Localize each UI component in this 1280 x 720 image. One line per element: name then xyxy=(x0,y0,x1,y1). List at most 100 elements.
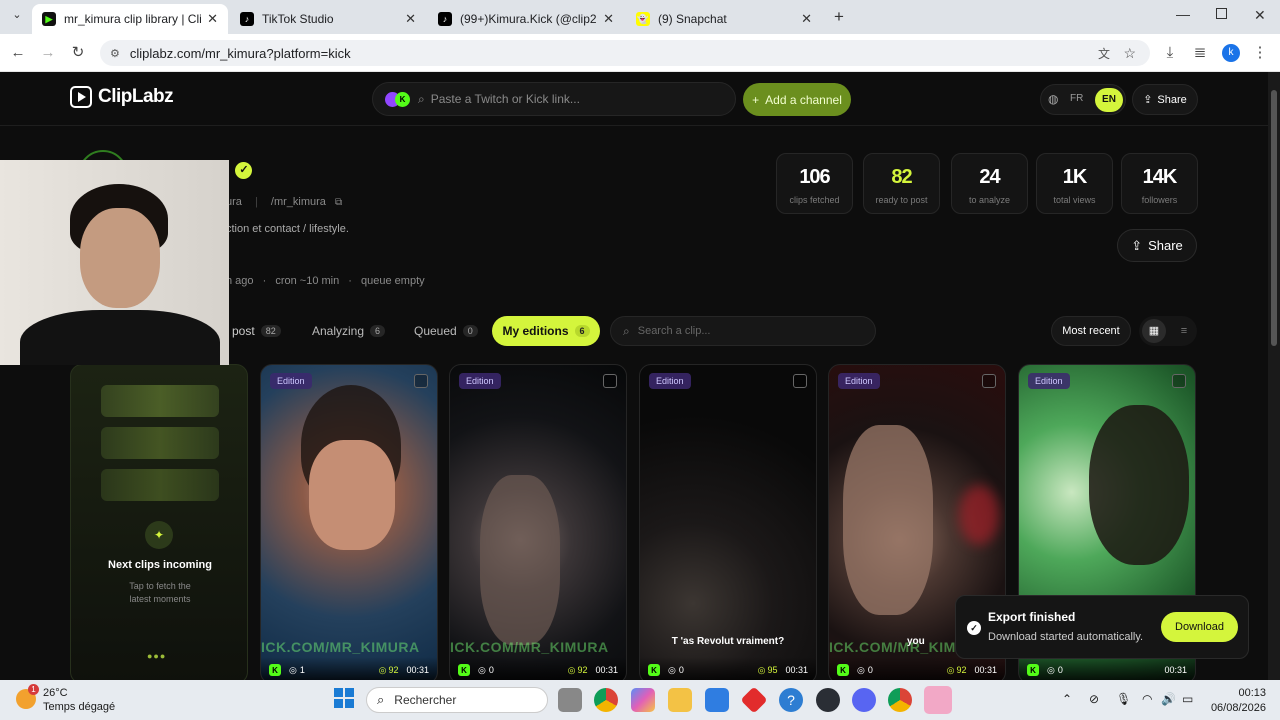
tiktok-icon: ♪ xyxy=(240,12,254,26)
clip-duration: 00:31 xyxy=(785,665,808,675)
tab-snapchat[interactable]: 👻 (9) Snapchat ✕ xyxy=(626,4,822,34)
tab-queued[interactable]: Queued 0 xyxy=(414,317,478,345)
incoming-subtitle-2: latest moments xyxy=(129,594,191,604)
profile-share-label: Share xyxy=(1148,238,1183,253)
add-channel-button[interactable]: + Add a channel xyxy=(743,83,851,116)
close-window-icon[interactable]: ✕ xyxy=(1254,7,1266,24)
clip-views: 0 xyxy=(867,665,873,675)
address-bar[interactable]: ⚙ cliplabz.com/mr_kimura?platform=kick 文… xyxy=(100,40,1150,66)
clip-card[interactable]: Edition ICK.COM/MR_KIMURA K ◎ 0 ◎ 92 00:31 xyxy=(449,364,627,680)
header-share-button[interactable]: ⇪ Share xyxy=(1132,84,1198,115)
stat-value: 14K xyxy=(1142,166,1178,188)
select-checkbox[interactable] xyxy=(793,374,807,388)
edition-badge: Edition xyxy=(270,373,312,389)
app-red-icon[interactable] xyxy=(740,686,768,714)
close-tab-icon[interactable]: ✕ xyxy=(405,11,416,27)
close-tab-icon[interactable]: ✕ xyxy=(603,11,614,27)
profile-avatar[interactable]: k xyxy=(1222,44,1240,62)
reading-list-icon[interactable]: ≣ xyxy=(1190,43,1210,63)
grid-view-icon[interactable]: ▦ xyxy=(1142,319,1166,343)
sort-dropdown[interactable]: Most recent xyxy=(1051,316,1131,346)
skeleton-bar xyxy=(101,385,219,417)
url-text: cliplabz.com/mr_kimura?platform=kick xyxy=(129,45,351,61)
tab-ready-to-post[interactable]: post 82 xyxy=(232,317,281,345)
channel-link-search[interactable]: K ⌕ Paste a Twitch or Kick link... xyxy=(372,82,736,116)
clock-date[interactable]: 06/08/2026 xyxy=(1200,702,1266,714)
store-icon[interactable] xyxy=(705,688,729,712)
webcam-person-face xyxy=(80,208,160,308)
discord-icon[interactable] xyxy=(852,688,876,712)
help-icon[interactable]: ? xyxy=(779,688,803,712)
next-clips-card[interactable]: ✦ Next clips incoming Tap to fetch the l… xyxy=(70,364,248,680)
app-pink-icon[interactable] xyxy=(924,686,952,714)
select-checkbox[interactable] xyxy=(414,374,428,388)
restore-icon[interactable] xyxy=(1216,8,1227,19)
cliplabz-logo[interactable]: ClipLabz xyxy=(70,86,174,108)
score-icon: ◎ xyxy=(757,664,766,675)
bookmark-star-icon[interactable]: ☆ xyxy=(1123,45,1136,62)
reload-icon[interactable]: ↻ xyxy=(68,43,88,63)
file-explorer-icon[interactable] xyxy=(668,688,692,712)
eye-icon: ◎ xyxy=(478,664,486,675)
task-view-icon[interactable] xyxy=(558,688,582,712)
clip-search-input[interactable]: ⌕ Search a clip... xyxy=(610,316,876,346)
start-button[interactable] xyxy=(334,688,354,708)
select-checkbox[interactable] xyxy=(603,374,617,388)
lang-fr-button[interactable]: FR xyxy=(1070,93,1083,104)
scrollbar-thumb[interactable] xyxy=(1271,90,1277,346)
tab-cliplabz[interactable]: ▶ mr_kimura clip library | ClipLabz ✕ xyxy=(32,4,228,34)
clip-views: 1 xyxy=(299,665,305,675)
sparkle-icon: ✦ xyxy=(145,521,173,549)
score-icon: ◎ xyxy=(946,664,955,675)
tab-tiktok-studio[interactable]: ♪ TikTok Studio ✕ xyxy=(230,4,426,34)
clip-card[interactable]: Edition ICK.COM/MR_KIMURA K ◎ 1 ◎ 92 00:31 xyxy=(260,364,438,680)
copy-icon[interactable]: ⧉ xyxy=(335,197,342,208)
kick-watermark: ICK.COM/MR_KIMURA xyxy=(450,639,609,655)
list-view-icon[interactable]: ≡ xyxy=(1172,319,1196,343)
stat-label: to analyze xyxy=(968,195,1011,205)
windows-taskbar: 1 26°C Temps dégagé ⌕ Rechercher ? ⌃ ⊘ 🎙… xyxy=(0,680,1280,720)
mic-icon[interactable]: 🎙 xyxy=(1116,692,1131,706)
page-scrollbar[interactable] xyxy=(1268,72,1280,680)
battery-icon[interactable]: ▭ xyxy=(1182,692,1193,706)
tray-chevron-icon[interactable]: ⌃ xyxy=(1062,692,1072,706)
stat-value: 1K xyxy=(1062,166,1088,188)
weather-widget[interactable]: 1 26°C Temps dégagé xyxy=(16,684,126,714)
chrome-icon[interactable] xyxy=(594,688,618,712)
weather-temp: 26°C xyxy=(43,687,68,699)
browser-menu-icon[interactable]: ⋮ xyxy=(1250,43,1270,63)
tab-count: 6 xyxy=(574,325,590,337)
taskbar-search[interactable]: ⌕ Rechercher xyxy=(366,687,548,713)
tab-kimura-kick[interactable]: ♪ (99+)Kimura.Kick (@clip2kimura ✕ xyxy=(428,4,624,34)
copilot-icon[interactable] xyxy=(631,688,655,712)
tab-list-button[interactable]: ⌄ xyxy=(8,8,26,26)
volume-icon[interactable]: 🔊 xyxy=(1161,692,1176,706)
close-tab-icon[interactable]: ✕ xyxy=(207,11,218,27)
tab-analyzing[interactable]: Analyzing 6 xyxy=(312,317,386,345)
site-info-icon[interactable]: ⚙ xyxy=(110,47,120,60)
back-arrow-icon[interactable]: ← xyxy=(8,43,28,63)
steam-icon[interactable] xyxy=(816,688,840,712)
tab-my-editions[interactable]: My editions 6 xyxy=(492,316,600,346)
close-tab-icon[interactable]: ✕ xyxy=(801,11,812,27)
select-checkbox[interactable] xyxy=(1172,374,1186,388)
chrome-icon[interactable] xyxy=(888,688,912,712)
tray-app-icon[interactable]: ⊘ xyxy=(1089,692,1099,706)
eye-icon: ◎ xyxy=(857,664,865,675)
tab-label: My editions xyxy=(502,324,569,338)
downloads-icon[interactable]: ⤓ xyxy=(1160,43,1180,63)
tab-count: 0 xyxy=(462,325,478,337)
wifi-icon[interactable]: ◠ xyxy=(1142,692,1152,706)
select-checkbox[interactable] xyxy=(982,374,996,388)
profile-share-button[interactable]: ⇪ Share xyxy=(1117,229,1197,262)
download-button[interactable]: Download xyxy=(1161,612,1238,642)
platform-handle: /mr_kimura xyxy=(270,196,326,208)
forward-arrow-icon[interactable]: → xyxy=(38,43,58,63)
clock-time[interactable]: 00:13 xyxy=(1222,687,1266,699)
minimize-icon[interactable]: — xyxy=(1176,6,1194,22)
translate-icon[interactable]: 文 xyxy=(1098,45,1110,62)
new-tab-button[interactable]: + xyxy=(830,7,848,27)
clip-card[interactable]: Edition T 'as Revolut vraiment? K ◎ 0 ◎ 95 00… xyxy=(639,364,817,680)
lang-en-button[interactable]: EN xyxy=(1095,88,1123,112)
clip-views: 0 xyxy=(488,665,494,675)
